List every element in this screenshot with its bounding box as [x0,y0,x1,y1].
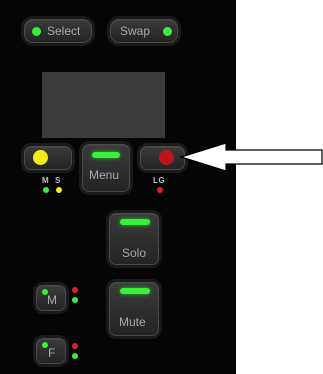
callout-arrow-icon [178,142,323,172]
